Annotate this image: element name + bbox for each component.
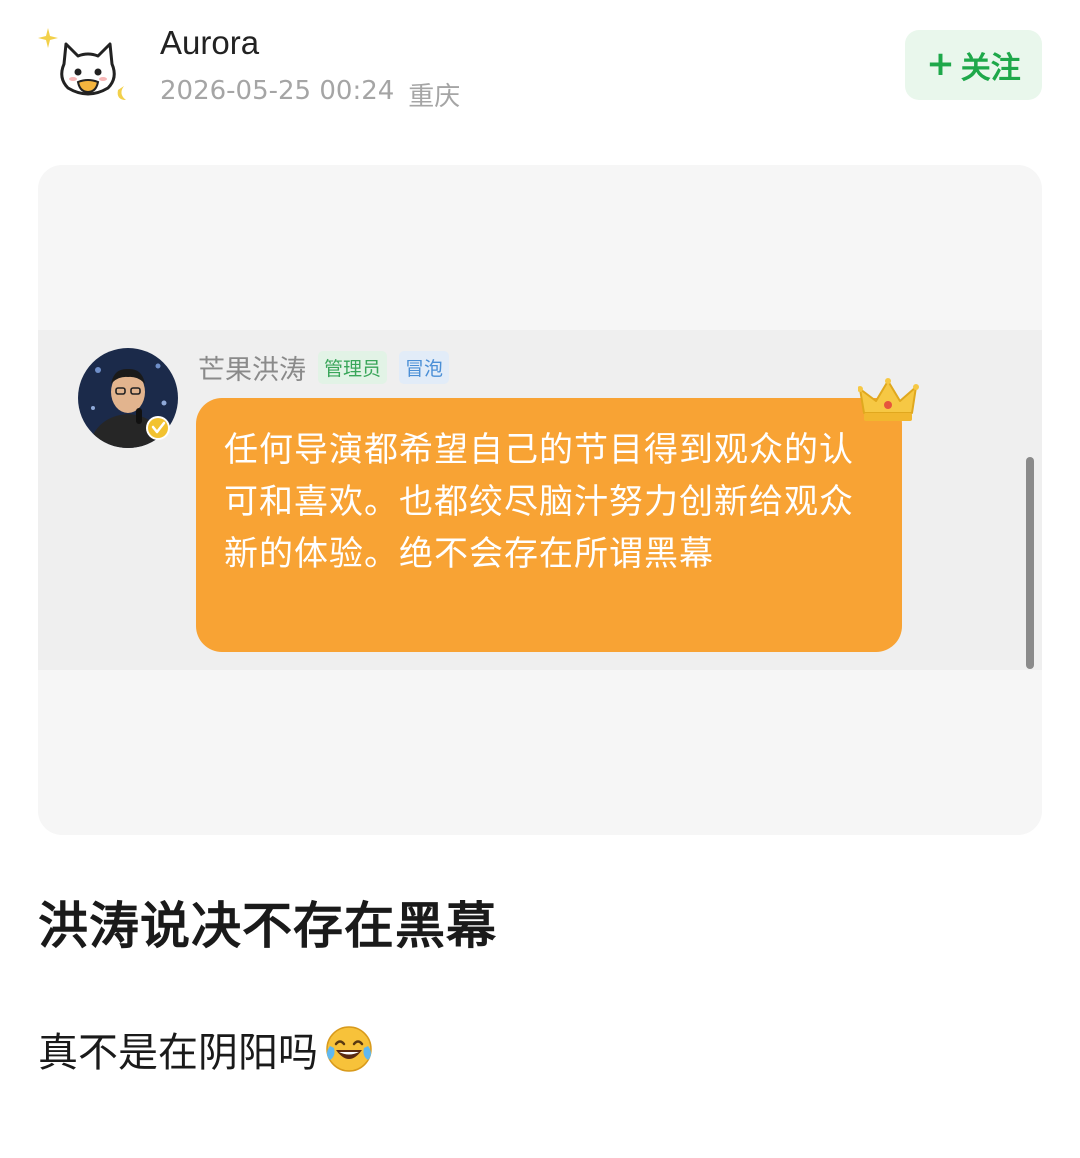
laughing-tears-emoji-icon (326, 1026, 372, 1072)
follow-button-label: 关注 (960, 51, 1021, 86)
follow-button[interactable]: + 关注 (905, 30, 1042, 100)
cat-avatar-icon[interactable] (38, 24, 134, 108)
post-meta: 2026-05-25 00:24 重庆 (160, 76, 460, 113)
chat-username: 芒果洪涛 (198, 355, 306, 386)
plus-icon: + (926, 44, 955, 84)
bubble-badge: 冒泡 (399, 351, 450, 384)
post-title: 洪涛说决不存在黑幕 (38, 897, 497, 955)
post-body: 真不是在阴阳吗 (38, 1020, 374, 1078)
post-image[interactable]: 芒果洪涛 管理员 冒泡 任何导演都希望自己的节目得到观众的认可和喜欢。也都绞尽脑… (38, 165, 1042, 835)
chat-user-avatar (78, 348, 178, 448)
author-name[interactable]: Aurora (160, 24, 259, 62)
post-location: 重庆 (408, 82, 461, 112)
crown-icon (858, 378, 919, 421)
scrollbar[interactable] (1026, 457, 1034, 669)
chat-name-row: 芒果洪涛 管理员 冒泡 (198, 348, 450, 387)
chat-message-bubble: 任何导演都希望自己的节目得到观众的认可和喜欢。也都绞尽脑汁努力创新给观众新的体验… (196, 398, 902, 652)
post-body-text: 真不是在阴阳吗 (38, 1030, 318, 1076)
admin-badge: 管理员 (318, 351, 388, 384)
post-timestamp: 2026-05-25 00:24 (160, 76, 395, 106)
